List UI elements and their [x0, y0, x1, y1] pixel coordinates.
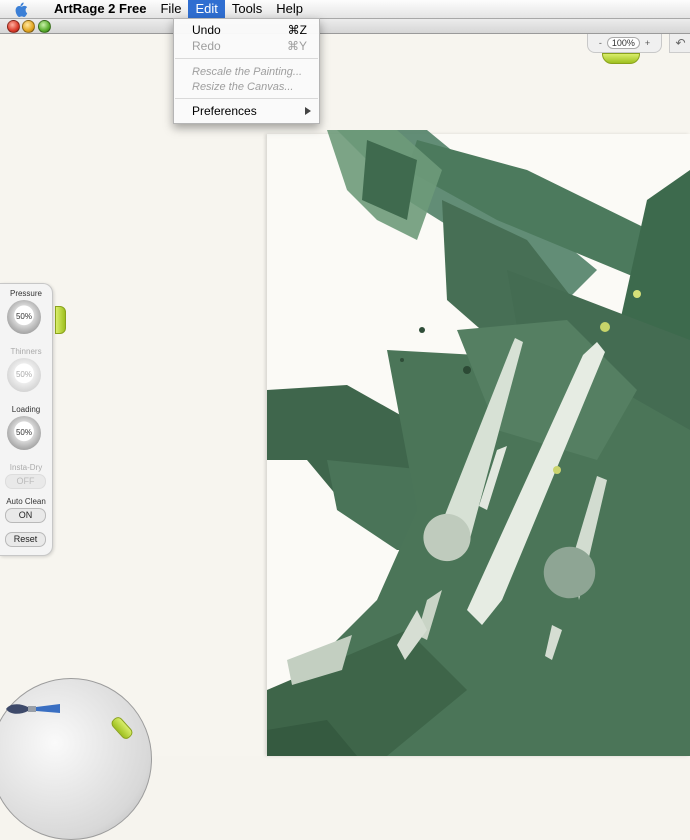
menu-bar: ArtRage 2 Free File Edit Tools Help	[0, 0, 690, 19]
menu-item-resize: Resize the Canvas...	[192, 81, 294, 93]
loading-value: 50%	[15, 428, 32, 437]
redo-label: Redo	[192, 39, 221, 53]
undo-label: Undo	[192, 23, 221, 37]
apple-menu-icon[interactable]	[14, 1, 28, 17]
menu-item-preferences[interactable]: Preferences	[192, 103, 311, 119]
undo-arrow-icon[interactable]: ↶	[669, 34, 690, 53]
insta-dry-label: Insta-Dry	[9, 463, 43, 472]
edit-menu-dropdown: Undo ⌘Z Redo ⌘Y Rescale the Painting... …	[173, 18, 320, 124]
paint-dab	[463, 366, 471, 374]
thinners-knob: 50%	[7, 358, 41, 392]
window-titlebar	[0, 19, 690, 34]
preferences-label: Preferences	[192, 104, 257, 118]
loading-knob[interactable]: 50%	[7, 416, 41, 450]
menu-separator	[175, 58, 318, 59]
paint-dab	[633, 290, 641, 298]
pressure-knob[interactable]: 50%	[7, 300, 41, 334]
reset-button[interactable]: Reset	[5, 532, 46, 547]
minimize-window-button[interactable]	[22, 20, 35, 33]
paint-dab	[600, 322, 610, 332]
loading-label: Loading	[11, 405, 41, 414]
paint-stroke	[543, 546, 596, 599]
pressure-label: Pressure	[9, 289, 42, 298]
zoom-window-button[interactable]	[38, 20, 51, 33]
pressure-value: 50%	[15, 312, 32, 321]
thinners-value: 50%	[15, 370, 32, 379]
paint-dab	[553, 466, 561, 474]
close-window-button[interactable]	[7, 20, 20, 33]
zoom-control: - 100% +	[587, 34, 662, 53]
menu-file[interactable]: File	[153, 0, 188, 18]
zoom-out-button[interactable]: -	[599, 38, 602, 48]
painting-strokes	[267, 130, 690, 756]
tool-settings-panel: Pressure 50% Thinners 50% Loading 50% In…	[0, 283, 53, 556]
paint-stroke	[423, 513, 471, 562]
thinners-label: Thinners	[10, 347, 42, 356]
submenu-arrow-icon	[305, 107, 311, 115]
zoom-panel-grip[interactable]	[602, 53, 640, 64]
zoom-in-button[interactable]: +	[645, 38, 650, 48]
insta-dry-toggle: OFF	[5, 474, 46, 489]
zoom-level[interactable]: 100%	[606, 37, 640, 49]
settings-panel-grip[interactable]	[55, 306, 66, 334]
menu-item-undo[interactable]: Undo ⌘Z	[192, 22, 307, 38]
menu-item-redo: Redo ⌘Y	[192, 38, 307, 54]
redo-shortcut: ⌘Y	[286, 39, 307, 53]
menu-help[interactable]: Help	[269, 0, 310, 18]
menu-tools[interactable]: Tools	[225, 0, 269, 18]
app-menu[interactable]: ArtRage 2 Free	[38, 0, 153, 18]
auto-clean-label: Auto Clean	[6, 497, 46, 506]
undo-shortcut: ⌘Z	[287, 23, 307, 37]
menu-edit[interactable]: Edit	[188, 0, 225, 18]
paintbrush-icon[interactable]	[4, 700, 60, 718]
menu-item-rescale: Rescale the Painting...	[192, 66, 303, 78]
paint-dab	[419, 327, 425, 333]
menu-separator	[175, 98, 318, 99]
auto-clean-toggle[interactable]: ON	[5, 508, 46, 523]
paint-dab	[400, 358, 404, 362]
